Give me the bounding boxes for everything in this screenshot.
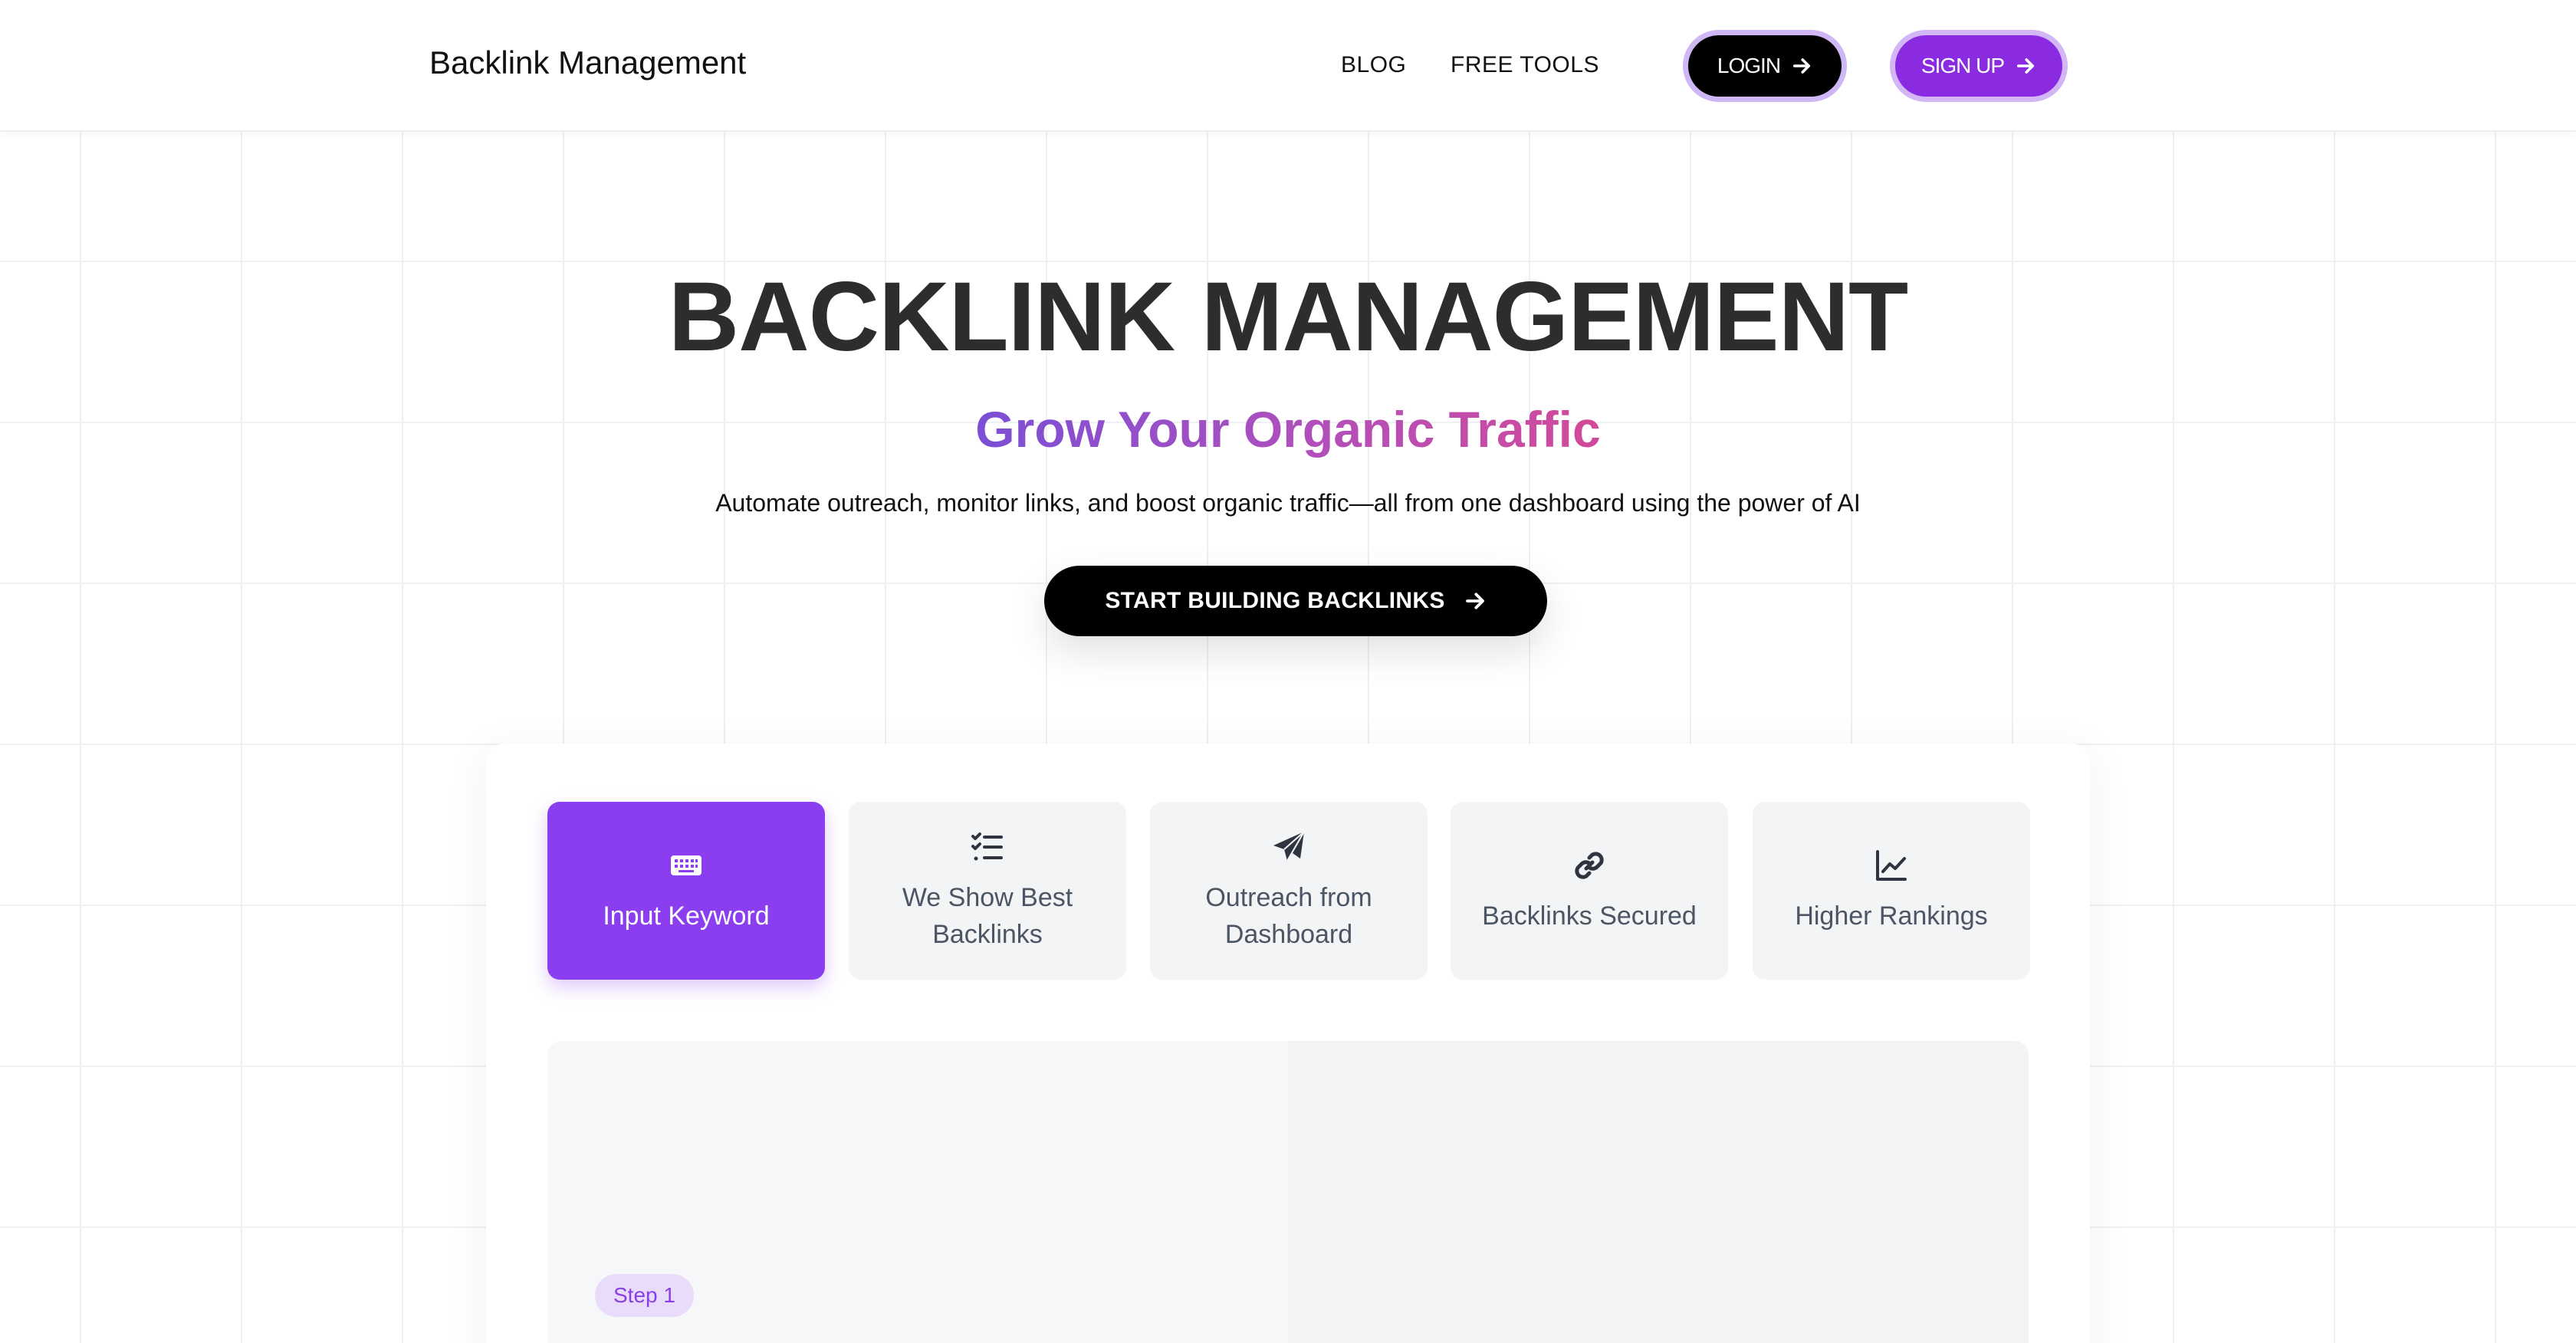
link-icon (1575, 852, 1604, 879)
nav-link-blog[interactable]: BLOG (1341, 52, 1406, 78)
hero-title: BACKLINK MANAGEMENT (668, 262, 1908, 372)
step-preview-left: Step 1 (547, 1041, 1288, 1343)
step-tab-backlinks-secured[interactable]: Backlinks Secured (1451, 802, 1728, 980)
chart-line-icon (1876, 850, 1907, 881)
step-label: We Show Best Backlinks (902, 883, 1073, 949)
arrow-right-icon (1465, 593, 1484, 609)
step-label: Input Keyword (603, 901, 770, 931)
hero-description: Automate outreach, monitor links, and bo… (715, 489, 1861, 517)
nav-link-free-tools[interactable]: FREE TOOLS (1451, 52, 1599, 78)
login-button-label: LOGIN (1717, 54, 1781, 77)
step-tab-outreach[interactable]: Outreach from Dashboard (1150, 802, 1428, 980)
step-label: Higher Rankings (1795, 901, 1988, 931)
brand-logo-text[interactable]: Backlink Management (429, 44, 746, 81)
start-building-backlinks-button[interactable]: START BUILDING BACKLINKS (1044, 566, 1547, 636)
keyboard-icon (671, 855, 702, 875)
step-preview-right (1288, 1041, 2029, 1343)
cta-label: START BUILDING BACKLINKS (1105, 588, 1445, 613)
arrow-right-icon (2016, 58, 2035, 74)
hero-subtitle-text: Grow Your Organic Traffic (975, 401, 1601, 458)
step-label: Outreach from Dashboard (1205, 883, 1372, 949)
paper-plane-icon (1273, 831, 1305, 862)
step-tab-input-keyword[interactable]: Input Keyword (547, 802, 825, 980)
signup-button-label: SIGN UP (1921, 54, 2005, 77)
step-label: Backlinks Secured (1482, 901, 1697, 931)
page: Backlink Management BLOG FREE TOOLS LOGI… (0, 0, 2576, 1343)
step-tab-best-backlinks[interactable]: We Show Best Backlinks (849, 802, 1126, 980)
step-tab-higher-rankings[interactable]: Higher Rankings (1753, 802, 2030, 980)
arrow-right-icon (1792, 58, 1811, 74)
step-preview: Step 1 (547, 1041, 2029, 1343)
list-check-icon (971, 832, 1003, 861)
hero-subtitle: Grow Your Organic Traffic (0, 400, 2576, 458)
signup-button[interactable]: SIGN UP (1895, 35, 2062, 97)
step-badge: Step 1 (595, 1274, 694, 1317)
top-navbar: Backlink Management BLOG FREE TOOLS LOGI… (0, 0, 2576, 132)
login-button[interactable]: LOGIN (1688, 35, 1842, 97)
